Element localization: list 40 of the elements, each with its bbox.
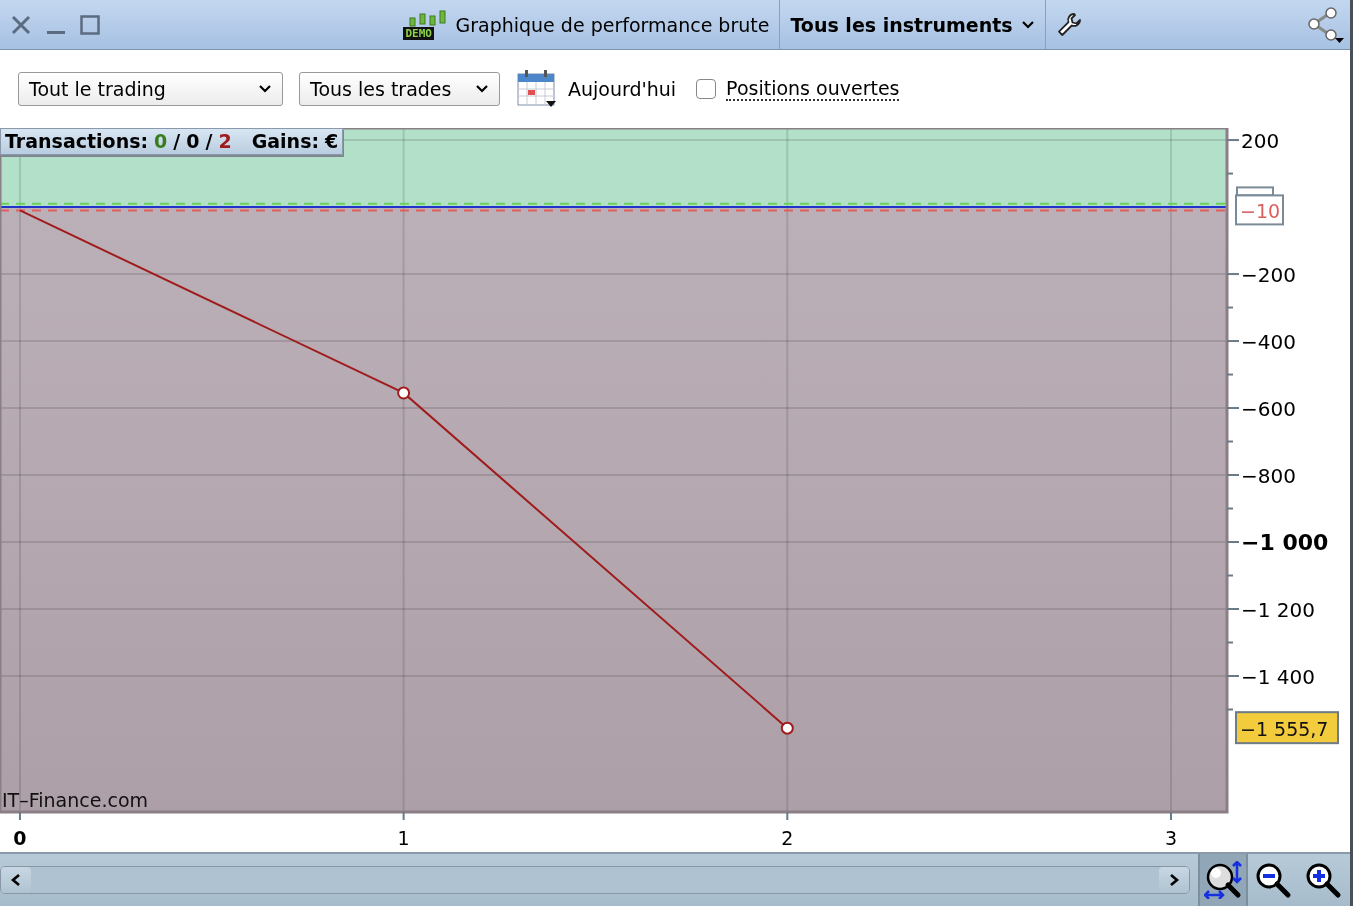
x-tick-label: 1 [397, 827, 410, 849]
y-tick-label: −800 [1241, 464, 1296, 488]
chevron-right-icon [1168, 873, 1180, 887]
data-point [780, 721, 794, 735]
last-value-tag: −1 555,7 [1235, 711, 1339, 745]
open-positions-link[interactable]: Positions ouvertes [726, 77, 900, 101]
y-tick-label: −1 400 [1241, 665, 1315, 689]
y-tick-label: 200 [1241, 129, 1280, 154]
y-tick-label: −600 [1241, 397, 1296, 422]
x-tick-label: 2 [781, 827, 794, 849]
y-tick-label: −200 [1241, 263, 1296, 288]
window-title: Graphique de performance brute [455, 13, 770, 36]
chevron-down-icon [258, 84, 272, 94]
y-tick-label: −1 000 [1241, 530, 1329, 555]
zoom-fit-button[interactable] [1198, 854, 1248, 906]
close-icon[interactable] [10, 13, 32, 36]
wrench-icon[interactable] [1055, 11, 1082, 38]
demo-badge: DEMO [403, 26, 434, 40]
transactions-summary: Transactions: 0 / 0 / 2 Gains: € [0, 128, 344, 155]
candlestick-icon [407, 9, 448, 28]
chevron-left-icon [10, 873, 22, 887]
date-label: Aujourd'hui [568, 78, 677, 100]
scroll-left-button[interactable] [1, 867, 31, 893]
open-positions-checkbox[interactable] [696, 79, 717, 99]
filter-dropdown[interactable]: Tous les trades [299, 72, 500, 106]
data-point [397, 386, 411, 400]
chevron-down-icon [1020, 19, 1035, 30]
brand-label: IT–Finance.com [2, 789, 149, 811]
y-tick-label: −1 200 [1241, 598, 1315, 622]
y-tick-label: −400 [1241, 330, 1296, 355]
instruments-dropdown[interactable]: Tous les instruments [779, 0, 1046, 49]
horizontal-scrollbar[interactable] [0, 866, 1190, 894]
x-tick-label: 0 [13, 827, 27, 849]
maximize-icon[interactable] [80, 14, 100, 35]
filter-dropdown[interactable]: Tout le trading [18, 72, 283, 106]
calendar-icon[interactable] [516, 69, 558, 109]
scroll-right-button[interactable] [1159, 867, 1189, 893]
x-tick-label: 3 [1164, 827, 1178, 849]
chevron-down-icon [475, 84, 489, 94]
share-icon[interactable] [1306, 6, 1346, 43]
